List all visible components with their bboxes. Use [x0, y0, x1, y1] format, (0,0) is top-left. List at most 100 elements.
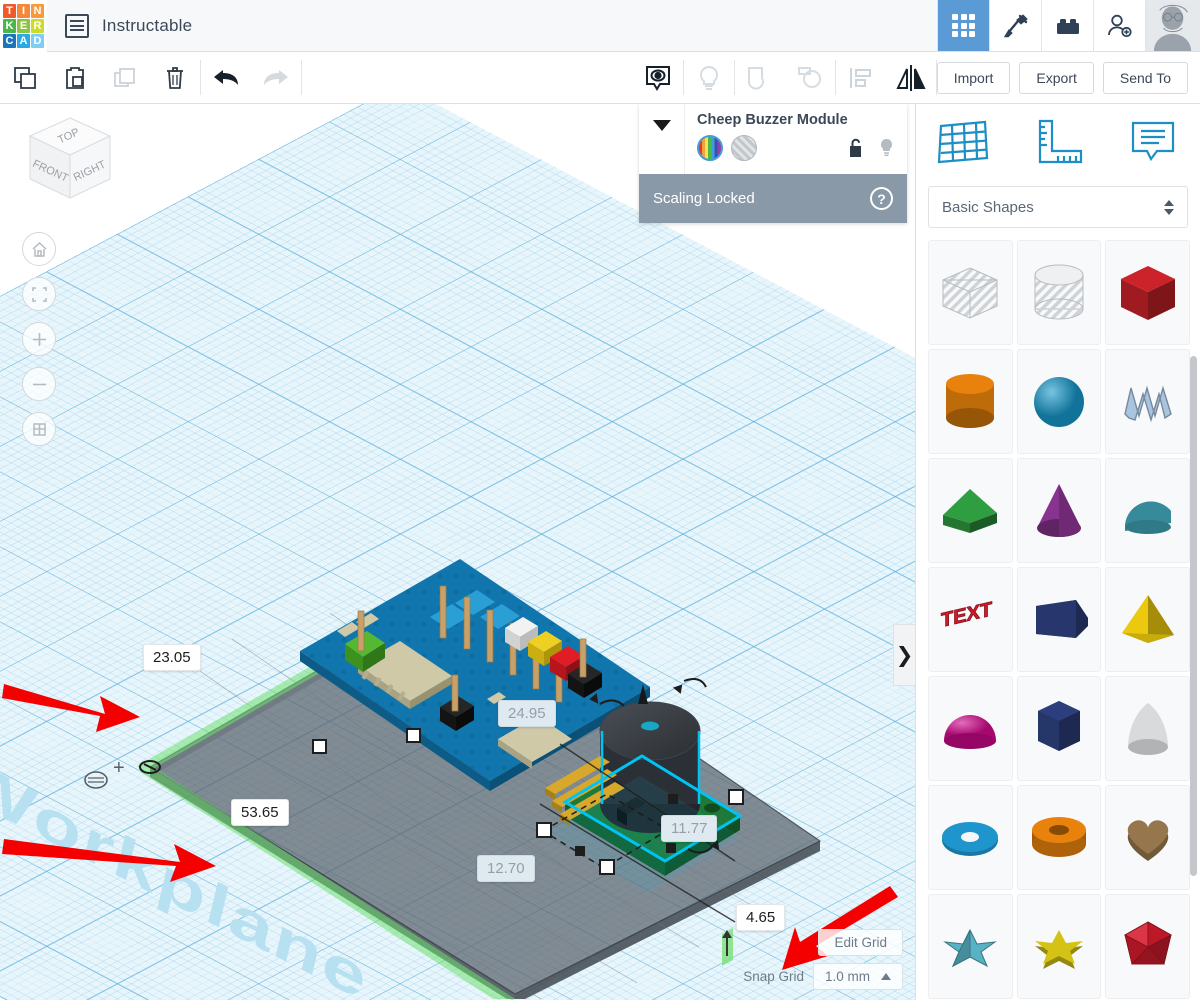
- hint-lightbulb-icon: [684, 52, 734, 103]
- zoom-out-button[interactable]: [22, 367, 56, 401]
- logo-tile-r: R: [31, 19, 44, 33]
- inspector-body: Cheep Buzzer Module: [685, 104, 907, 174]
- shape-scribble[interactable]: [1105, 349, 1190, 454]
- import-button[interactable]: Import: [936, 61, 1011, 94]
- paste-button[interactable]: [50, 52, 100, 103]
- scaling-locked-text: Scaling Locked: [653, 190, 755, 207]
- redo-button: [251, 52, 301, 103]
- shape-heart[interactable]: [1105, 785, 1190, 890]
- viewport-nav-controls: [22, 232, 56, 446]
- logo-tile-t: T: [3, 4, 16, 18]
- shape-cylinder-hole[interactable]: [1016, 240, 1102, 345]
- shape-paraboloid[interactable]: [1105, 676, 1190, 781]
- caret-down-icon: [652, 120, 671, 131]
- select-spinner-icon: [1164, 199, 1174, 215]
- logo-tile-k: K: [3, 19, 16, 33]
- shape-box[interactable]: [1105, 240, 1190, 345]
- shape-cone[interactable]: [1016, 458, 1102, 563]
- blocks-icon[interactable]: [1041, 0, 1093, 51]
- shape-hexagon[interactable]: [1016, 676, 1102, 781]
- panel-tabs: [916, 104, 1200, 179]
- dimension-24-95[interactable]: 24.95: [498, 700, 556, 727]
- dimension-23-05[interactable]: 23.05: [143, 644, 201, 671]
- help-icon[interactable]: ?: [870, 187, 893, 210]
- logo-tile-c: C: [3, 34, 16, 48]
- lightbulb-icon[interactable]: [878, 137, 895, 159]
- snap-grid-row: Snap Grid 1.0 mm: [743, 963, 903, 990]
- dimension-11-77[interactable]: 11.77: [661, 815, 718, 842]
- export-button[interactable]: Export: [1019, 61, 1094, 94]
- shape-library-select[interactable]: Basic Shapes: [928, 186, 1188, 228]
- 3d-viewport[interactable]: Workplane + TOP FRONT RIGHT Cheep Buzzer…: [0, 104, 915, 1000]
- inspector-collapse-button[interactable]: [639, 104, 685, 174]
- grid-apps-icon[interactable]: [937, 0, 989, 51]
- tab-ruler[interactable]: [1011, 104, 1106, 179]
- shape-polyhedron[interactable]: [1105, 894, 1190, 999]
- shape-star-3d[interactable]: [928, 894, 1013, 999]
- duplicate-button: [100, 52, 150, 103]
- shapes-scrollbar[interactable]: [1190, 356, 1197, 876]
- tinker-hammer-icon[interactable]: [989, 0, 1041, 51]
- perspective-toggle-button[interactable]: [22, 412, 56, 446]
- align-icon: [836, 52, 886, 103]
- view-cube[interactable]: TOP FRONT RIGHT: [22, 112, 118, 212]
- grid-controls: Edit Grid Snap Grid 1.0 mm: [743, 929, 903, 990]
- dimension-12-70[interactable]: 12.70: [477, 855, 535, 882]
- hole-swatch[interactable]: [731, 135, 757, 161]
- snap-grid-label: Snap Grid: [743, 969, 804, 984]
- shape-cylinder[interactable]: [928, 349, 1013, 454]
- show-hide-icon[interactable]: [633, 52, 683, 103]
- send-to-button[interactable]: Send To: [1102, 61, 1188, 94]
- top-bar: TIN KER CAD Instructable: [0, 0, 1200, 52]
- tab-workplane[interactable]: [916, 104, 1011, 179]
- tab-notes[interactable]: [1105, 104, 1200, 179]
- shape-sphere[interactable]: [1016, 349, 1102, 454]
- shapes-panel: Basic Shapes TEXT: [915, 104, 1200, 1000]
- dimension-4-65[interactable]: 4.65: [736, 904, 786, 931]
- shape-box-hole[interactable]: [928, 240, 1013, 345]
- home-view-button[interactable]: [22, 232, 56, 266]
- solid-color-swatch[interactable]: [697, 135, 723, 161]
- shape-pyramid[interactable]: [1105, 567, 1190, 672]
- shape-tube[interactable]: [1016, 785, 1102, 890]
- properties-list-icon[interactable]: [65, 13, 89, 38]
- shape-text[interactable]: TEXT: [928, 567, 1013, 672]
- fit-to-view-button[interactable]: [22, 277, 56, 311]
- logo-tile-n: N: [31, 4, 44, 18]
- mirror-icon[interactable]: [886, 52, 936, 103]
- workspace-body: Workplane + TOP FRONT RIGHT Cheep Buzzer…: [0, 104, 1200, 1000]
- object-name: Cheep Buzzer Module: [697, 112, 848, 128]
- zoom-in-button[interactable]: [22, 322, 56, 356]
- height-handle: [722, 928, 733, 966]
- snap-grid-select[interactable]: 1.0 mm: [812, 963, 903, 990]
- ungroup-icon: [785, 52, 835, 103]
- snap-grid-value: 1.0 mm: [824, 969, 870, 984]
- shape-grid: TEXT: [916, 240, 1200, 1000]
- user-avatar[interactable]: [1145, 0, 1200, 51]
- shape-half-sphere[interactable]: [928, 676, 1013, 781]
- panel-collapse-handle[interactable]: ❯: [893, 624, 915, 686]
- shape-roof[interactable]: [928, 458, 1013, 563]
- inspector-header: Cheep Buzzer Module: [639, 104, 907, 174]
- top-right-actions: [937, 0, 1200, 51]
- logo-tile-e: E: [17, 19, 30, 33]
- shape-torus[interactable]: [928, 785, 1013, 890]
- group-icon: [735, 52, 785, 103]
- logo-tile-i: I: [17, 4, 30, 18]
- undo-button[interactable]: [201, 52, 251, 103]
- tinkercad-logo[interactable]: TIN KER CAD: [0, 0, 47, 52]
- add-person-icon[interactable]: [1093, 0, 1145, 51]
- copy-button[interactable]: [0, 52, 50, 103]
- shape-polygon-box[interactable]: [1016, 567, 1102, 672]
- page-title: Instructable: [102, 15, 193, 35]
- file-actions: Import Export Send To: [936, 52, 1200, 103]
- title-zone: Instructable: [47, 0, 937, 51]
- dimension-53-65[interactable]: 53.65: [231, 799, 289, 826]
- shape-star[interactable]: [1016, 894, 1102, 999]
- unlock-icon[interactable]: [847, 137, 864, 159]
- inspector-right-icons: [847, 137, 895, 159]
- edit-grid-button[interactable]: Edit Grid: [818, 929, 903, 956]
- delete-button[interactable]: [150, 52, 200, 103]
- shape-half-cylinder[interactable]: [1105, 458, 1190, 563]
